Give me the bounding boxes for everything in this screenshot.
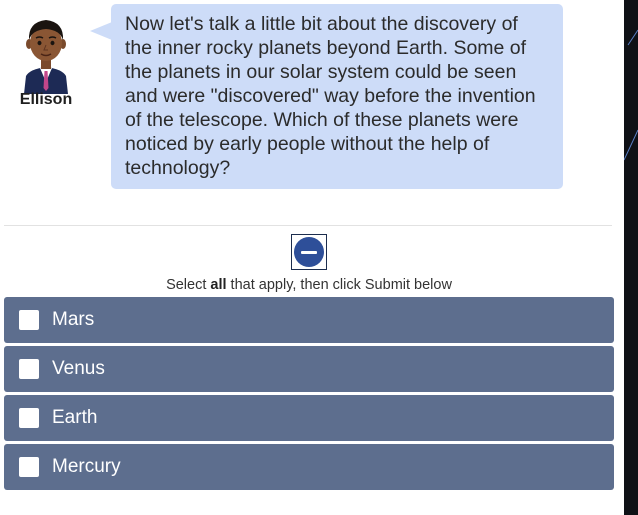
minus-circle-icon [294,237,324,267]
option-label: Earth [52,407,98,428]
ellison-avatar [16,14,76,94]
instruction-text: Select all that apply, then click Submit… [166,277,452,293]
speech-line: of the telescope. Which of these planets… [125,109,519,131]
speech-line: noticed by early people without the help… [125,133,490,155]
checkbox[interactable] [19,310,39,330]
decorative-lines-icon [624,29,638,161]
option-label: Mercury [52,456,121,477]
speech-line: and were "discovered" way before the inv… [125,85,536,107]
speech-bubble: Now let's talk a little bit about the di… [111,4,563,189]
speech-text: Now let's talk a little bit about the di… [125,12,549,180]
collapse-button[interactable] [291,234,327,270]
speech-line: the planets in our solar system could be… [125,61,517,83]
option-venus[interactable]: Venus [4,346,614,392]
speech-line: Now let's talk a little bit about the di… [125,13,518,35]
speech-line: the inner rocky planets beyond Earth. So… [125,37,527,59]
option-label: Venus [52,358,105,379]
character-name: Ellison [19,91,73,108]
checkbox[interactable] [19,457,39,477]
speech-line: technology? [125,157,231,179]
checkbox[interactable] [19,359,39,379]
option-earth[interactable]: Earth [4,395,614,441]
person-avatar-icon [24,20,68,94]
option-label: Mars [52,309,95,330]
option-mars[interactable]: Mars [4,297,614,343]
checkbox[interactable] [19,408,39,428]
option-mercury[interactable]: Mercury [4,444,614,490]
speech-bubble-tail [90,22,112,40]
background-edge [624,0,638,515]
divider [4,225,612,226]
